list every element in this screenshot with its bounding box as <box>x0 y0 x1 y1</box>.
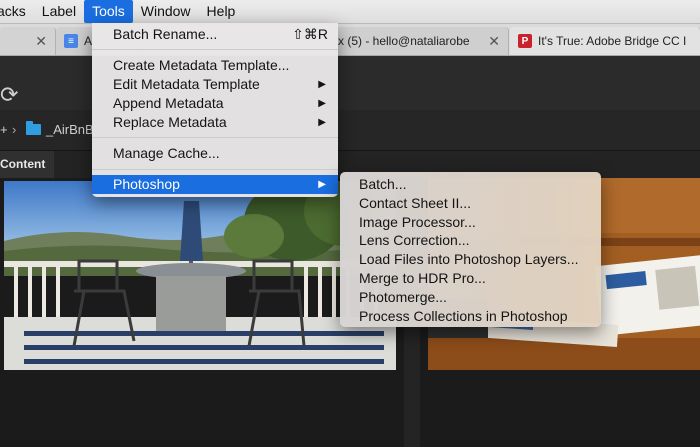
menu-bar: acks Label Tools Window Help <box>0 0 700 24</box>
add-icon[interactable]: + <box>0 122 8 137</box>
menu-divider <box>92 137 338 138</box>
refresh-icon[interactable]: ⟳ <box>0 84 18 106</box>
menu-item-create-metadata-template[interactable]: Create Metadata Template... <box>92 56 338 75</box>
menu-item-photoshop[interactable]: Photoshop ▶ <box>92 175 338 194</box>
folder-icon <box>26 121 41 135</box>
submenu-item-batch[interactable]: Batch... <box>340 175 601 194</box>
submenu-item-merge-to-hdr[interactable]: Merge to HDR Pro... <box>340 269 601 288</box>
shortcut-label: ⇧⌘R <box>292 26 328 42</box>
menu-item-batch-rename[interactable]: Batch Rename... ⇧⌘R <box>92 25 338 44</box>
menu-item-edit-metadata-template[interactable]: Edit Metadata Template ▶ <box>92 75 338 94</box>
submenu-item-contact-sheet[interactable]: Contact Sheet II... <box>340 194 601 213</box>
submenu-arrow-icon: ▶ <box>318 117 326 128</box>
tab-content[interactable]: Content <box>0 151 54 178</box>
tab-title: A <box>84 34 93 48</box>
submenu-item-lens-correction[interactable]: Lens Correction... <box>340 231 601 250</box>
submenu-item-photomerge[interactable]: Photomerge... <box>340 288 601 307</box>
submenu-arrow-icon: ▶ <box>318 98 326 109</box>
menu-item-window[interactable]: Window <box>133 0 199 23</box>
tools-menu: Batch Rename... ⇧⌘R Create Metadata Temp… <box>92 23 338 197</box>
menu-item-label[interactable]: Label <box>34 0 84 23</box>
submenu-arrow-icon: ▶ <box>318 79 326 90</box>
menu-divider <box>92 49 338 50</box>
submenu-item-load-files-into-layers[interactable]: Load Files into Photoshop Layers... <box>340 250 601 269</box>
menu-divider <box>92 169 338 170</box>
close-icon[interactable]: ✕ <box>488 33 500 50</box>
menu-item-help[interactable]: Help <box>199 0 244 23</box>
tab-title: It's True: Adobe Bridge CC I <box>538 34 687 48</box>
menu-item-tools[interactable]: Tools <box>84 0 133 23</box>
submenu-arrow-icon: ▶ <box>318 179 326 190</box>
browser-tab[interactable]: P It's True: Adobe Bridge CC I <box>510 27 700 55</box>
submenu-item-image-processor[interactable]: Image Processor... <box>340 213 601 232</box>
pinterest-icon: P <box>518 34 532 48</box>
tab-title: x (5) - hello@nataliarobe <box>338 34 470 48</box>
close-icon[interactable]: ✕ <box>35 33 47 50</box>
chevron-right-icon: › <box>12 122 17 137</box>
submenu-item-process-collections[interactable]: Process Collections in Photoshop <box>340 307 601 326</box>
menu-item-append-metadata[interactable]: Append Metadata ▶ <box>92 94 338 113</box>
browser-tab[interactable]: ✕ <box>0 27 56 55</box>
menu-item-replace-metadata[interactable]: Replace Metadata ▶ <box>92 113 338 132</box>
menu-item-back[interactable]: acks <box>0 0 34 23</box>
menu-item-manage-cache[interactable]: Manage Cache... <box>92 144 338 163</box>
photoshop-submenu: Batch... Contact Sheet II... Image Proce… <box>340 172 601 327</box>
thumbnail-patio-photo[interactable] <box>4 181 396 370</box>
google-docs-icon: ≡ <box>64 34 78 48</box>
breadcrumb-folder[interactable]: _AirBnB <box>46 122 94 137</box>
